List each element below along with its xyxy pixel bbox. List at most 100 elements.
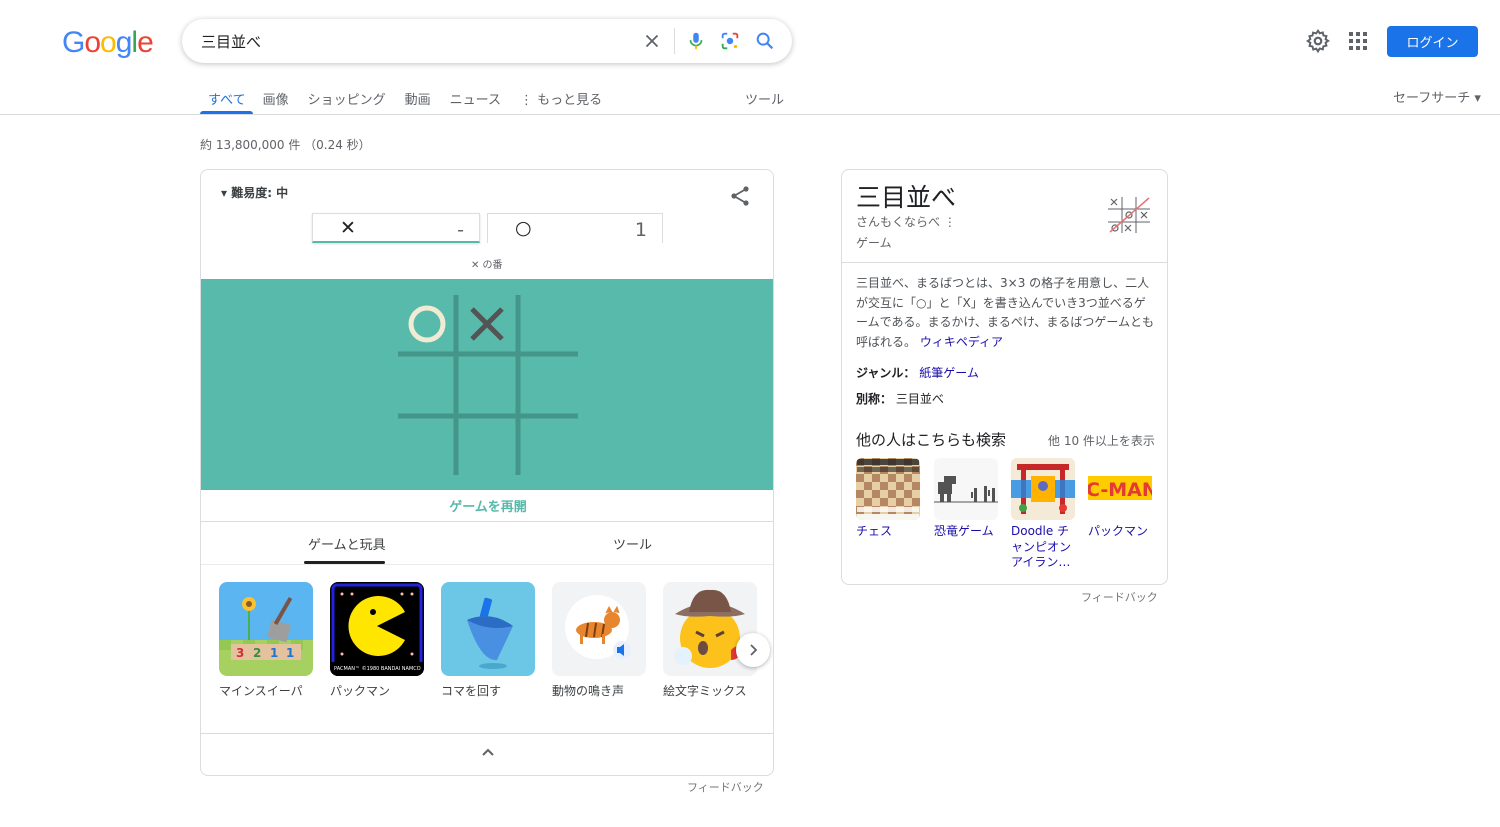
clear-icon[interactable] [641, 30, 663, 52]
lens-icon[interactable] [719, 30, 741, 52]
related-doodle-champion-island[interactable]: Doodle チャンピオン アイラン… [1011, 458, 1075, 571]
game-item-minesweeper[interactable]: 3 2 1 1 マインスイーパ [219, 582, 313, 699]
kp-more-link[interactable]: 他 10 件以上を表示 [1048, 432, 1155, 449]
kp-reading[interactable]: さんもくならべ ⋮ [856, 213, 956, 230]
tic-tac-toe-thumbnail-icon[interactable] [1106, 195, 1152, 235]
tools-button[interactable]: ツール [745, 89, 784, 108]
game-item-label: マインスイーパ [219, 684, 303, 698]
google-logo[interactable]: Google [62, 26, 154, 60]
animal-sounds-icon [552, 582, 646, 676]
tab-images[interactable]: 画像 [263, 80, 289, 114]
score-o: ○ 1 [487, 213, 663, 243]
tab-news[interactable]: ニュース [450, 80, 501, 114]
game-item-label: コマを回す [441, 684, 502, 698]
search-box[interactable]: 三目並べ [182, 19, 792, 63]
pacman-caption: PACMAN™ ©1980 BANDAI NAMCO [334, 665, 421, 672]
share-icon[interactable] [728, 184, 752, 208]
search-tabs: すべて 画像 ショッピング 動画 ニュース ⋮ もっと見る [200, 80, 621, 114]
related-label: パックマン [1088, 524, 1149, 538]
related-pacman[interactable]: C-MAN パックマン [1088, 458, 1152, 540]
board-cells [398, 295, 578, 475]
pacman-icon: PACMAN™ ©1980 BANDAI NAMCO [330, 582, 424, 676]
related-dino-game[interactable]: 恐竜ゲーム [934, 458, 998, 540]
pacman-logo-icon: C-MAN [1088, 458, 1152, 520]
x-mark: ✕ [340, 217, 356, 239]
related-label: Doodle チャンピオン アイラン… [1011, 524, 1072, 569]
restart-game-button[interactable]: ゲームを再開 [201, 496, 773, 515]
cell-2[interactable] [458, 295, 518, 354]
carousel-next-button[interactable] [736, 633, 770, 667]
subtab-games-toys[interactable]: ゲームと玩具 [308, 534, 386, 553]
cell-3[interactable] [520, 295, 578, 354]
login-button[interactable]: ログイン [1387, 26, 1478, 57]
dino-game-icon [934, 458, 998, 520]
tab-videos[interactable]: 動画 [405, 80, 431, 114]
kp-genre-link[interactable]: 紙筆ゲーム [919, 366, 979, 380]
game-item-spinning-top[interactable]: コマを回す [441, 582, 535, 699]
safesearch-dropdown[interactable]: セーフサーチ ▾ [1393, 87, 1481, 106]
header-divider [0, 114, 1500, 115]
subtab-tools[interactable]: ツール [613, 534, 652, 553]
kp-alias-row: 別称： 三目並べ [856, 390, 944, 407]
cell-9[interactable] [520, 418, 578, 475]
minesweeper-icon: 3 2 1 1 [219, 582, 313, 676]
related-chess[interactable]: チェス [856, 458, 920, 540]
tab-all[interactable]: すべて [200, 80, 253, 114]
minesweeper-digit: 1 [286, 646, 294, 660]
minesweeper-digit: 1 [270, 646, 278, 660]
kp-description-text: 三目並べ、まるばつとは、3×3 の格子を用意し、二人が交互に「○」と「X」を書き… [856, 276, 1154, 349]
kp-title: 三目並べ [856, 183, 957, 212]
card-divider [201, 733, 773, 734]
score-x-value: - [457, 219, 464, 241]
chess-icon [856, 458, 920, 520]
kp-feedback-link[interactable]: フィードバック [1081, 589, 1158, 605]
score-x: ✕ - [312, 213, 480, 243]
related-label: チェス [856, 524, 893, 538]
kp-description: 三目並べ、まるばつとは、3×3 の格子を用意し、二人が交互に「○」と「X」を書き… [856, 274, 1154, 352]
minesweeper-digit: 2 [253, 646, 261, 660]
tab-more[interactable]: ⋮ もっと見る [520, 80, 602, 114]
cell-5[interactable] [458, 356, 518, 416]
game-item-animal-sounds[interactable]: 動物の鳴き声 [552, 582, 646, 699]
knowledge-panel: 三目並べ さんもくならべ ⋮ ゲーム 三目並べ、まるばつとは、3×3 の格子を用… [841, 169, 1168, 585]
tic-tac-toe-card: ▾ 難易度: 中 ✕ - ○ 1 ✕ の番 ゲームを再開 ゲームと玩具 ツール … [200, 169, 774, 776]
card-divider [201, 521, 773, 522]
result-stats: 約 13,800,000 件 （0.24 秒） [200, 138, 371, 152]
turn-indicator: ✕ の番 [471, 260, 503, 271]
chevron-right-icon [750, 644, 758, 656]
cell-1[interactable] [398, 295, 456, 354]
kp-genre-label: ジャンル： [856, 366, 916, 380]
search-input[interactable]: 三目並べ [201, 31, 261, 52]
game-item-label: 動物の鳴き声 [552, 684, 625, 698]
cell-8[interactable] [458, 418, 518, 475]
kp-genre-row: ジャンル： 紙筆ゲーム [856, 364, 979, 381]
settings-gear-icon[interactable] [1305, 28, 1331, 54]
card-divider [201, 564, 773, 565]
kp-alias-label: 別称： [856, 392, 893, 406]
game-item-pacman[interactable]: PACMAN™ ©1980 BANDAI NAMCO パックマン [330, 582, 424, 699]
game-item-label: 絵文字ミックス [663, 684, 747, 698]
minesweeper-digit: 3 [236, 646, 244, 660]
cell-4[interactable] [398, 356, 456, 416]
game-item-label: パックマン [330, 684, 391, 698]
difficulty-dropdown[interactable]: ▾ 難易度: 中 [221, 184, 288, 201]
kp-divider [842, 262, 1167, 263]
microphone-icon[interactable] [685, 30, 707, 52]
tab-shopping[interactable]: ショッピング [308, 80, 386, 114]
score-o-value: 1 [634, 219, 647, 241]
doodle-champion-island-icon [1011, 458, 1075, 520]
wikipedia-link[interactable]: ウィキペディア [920, 335, 1003, 349]
game-board[interactable] [201, 279, 773, 490]
kp-also-search-title: 他の人はこちらも検索 [856, 431, 1007, 449]
search-icon[interactable] [754, 30, 776, 52]
spinning-top-icon [441, 582, 535, 676]
apps-grid-icon[interactable] [1348, 31, 1368, 51]
cell-7[interactable] [398, 418, 456, 475]
cell-6[interactable] [520, 356, 578, 416]
pacman-logo-text: C-MAN [1088, 479, 1152, 501]
o-mark: ○ [515, 217, 532, 239]
search-divider [674, 28, 675, 54]
kp-alias-value: 三目並べ [895, 392, 944, 406]
chevron-up-icon[interactable] [479, 744, 497, 762]
feedback-link[interactable]: フィードバック [687, 779, 764, 795]
